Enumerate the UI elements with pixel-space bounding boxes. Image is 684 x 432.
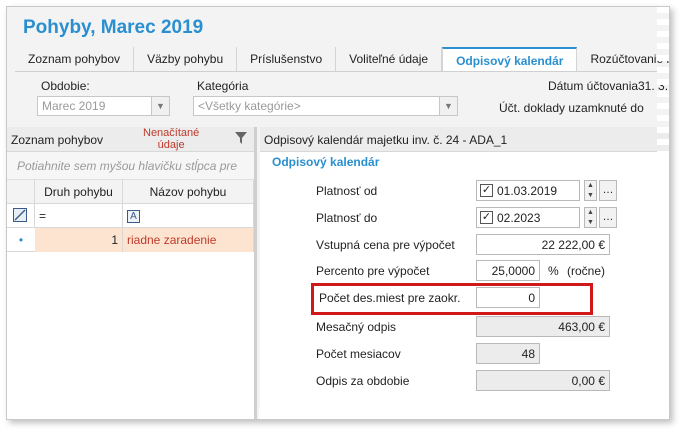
warning-line-2: údaje — [157, 139, 185, 151]
percento-note: (ročne) — [567, 264, 606, 278]
druh-filter-input[interactable]: = — [35, 204, 123, 228]
right-pane: Odpisový kalendár majetku inv. č. 24 - A… — [260, 127, 669, 419]
obdobie-select[interactable]: Marec 2019 ▼ — [37, 96, 170, 116]
nazov-filter-input[interactable]: A — [123, 204, 254, 228]
percento-input[interactable]: 25,0000 — [476, 260, 540, 281]
platnost-od-label: Platnosť od — [316, 184, 378, 198]
tab-zoznam-pohybov[interactable]: Zoznam pohybov — [15, 47, 135, 71]
platnost-od-picker-button[interactable]: … — [599, 180, 617, 201]
tab-prislusenstvo[interactable]: Príslušenstvo — [237, 47, 337, 71]
cell-nazov[interactable]: riadne zaradenie — [123, 228, 254, 252]
platnost-do-date[interactable]: ✓ 02.2023 — [476, 207, 580, 228]
platnost-do-spinner[interactable]: ▲ ▼ — [584, 207, 597, 228]
not-loaded-warning: Nenačítané údaje — [143, 127, 199, 151]
kategoria-label: Kategória — [197, 79, 249, 93]
grid-filter-row: = A — [7, 204, 254, 228]
platnost-do-value: 02.2023 — [497, 211, 541, 225]
left-pane-header: Zoznam pohybov Nenačítané údaje — [7, 127, 254, 152]
section-title: Odpisový kalendár — [272, 155, 380, 169]
platnost-do-checkbox[interactable]: ✓ — [480, 211, 493, 224]
pocet-mesiacov-value: 48 — [476, 343, 540, 364]
pocet-mesiacov-label: Počet mesiacov — [316, 347, 401, 361]
platnost-od-date[interactable]: ✓ 01.03.2019 — [476, 180, 580, 201]
group-by-area[interactable]: Potiahnite sem myšou hlavičku stĺpca pre — [7, 152, 254, 180]
vstupna-cena-label: Vstupná cena pre výpočet — [316, 238, 455, 252]
left-pane-title: Zoznam pohybov — [11, 133, 104, 147]
uct-doklady-label: Účt. doklady uzamknuté do — [499, 101, 644, 115]
odpis-za-obdobie-value: 0,00 € — [476, 370, 610, 391]
warning-line-1: Nenačítané — [143, 127, 200, 139]
obdobie-label: Obdobie: — [41, 79, 90, 93]
percento-unit: % — [548, 264, 559, 278]
left-pane: Zoznam pohybov Nenačítané údaje Potiahni… — [7, 127, 257, 419]
platnost-od-spinner[interactable]: ▲ ▼ — [584, 180, 597, 201]
obdobie-value: Marec 2019 — [42, 99, 106, 113]
clear-filter-icon[interactable] — [7, 204, 35, 228]
tab-volitelne-udaje[interactable]: Voliteľné údaje — [336, 47, 443, 71]
odpis-za-obdobie-label: Odpis za obdobie — [316, 374, 410, 388]
vstupna-cena-input[interactable]: 22 222,00 € — [476, 234, 610, 255]
platnost-do-picker-button[interactable]: … — [599, 207, 617, 228]
chevron-down-icon[interactable]: ▼ — [151, 97, 169, 115]
column-header-druh[interactable]: Druh pohybu — [35, 180, 123, 204]
tab-bar: Zoznam pohybov Väzby pohybu Príslušenstv… — [15, 47, 669, 72]
text-filter-icon: A — [127, 210, 140, 223]
tab-vazby-pohybu[interactable]: Väzby pohybu — [134, 47, 238, 71]
cell-druh[interactable]: 1 — [35, 228, 123, 252]
filter-panel: Obdobie: Marec 2019 ▼ Kategória <Všetky … — [15, 73, 669, 127]
platnost-od-value: 01.03.2019 — [497, 184, 558, 198]
right-pane-header: Odpisový kalendár majetku inv. č. 24 - A… — [260, 127, 669, 152]
tab-odpisovy-kalendar[interactable]: Odpisový kalendár — [442, 47, 578, 71]
platnost-do-label: Platnosť do — [316, 211, 378, 225]
filter-funnel-icon[interactable] — [235, 132, 247, 148]
grid-header-row: Druh pohybu Názov pohybu — [7, 180, 254, 204]
highlight-box — [311, 283, 593, 315]
mesacny-odpis-label: Mesačný odpis — [316, 320, 397, 334]
torn-edge-bottom — [7, 409, 669, 419]
mesacny-odpis-value: 463,00 € — [476, 316, 610, 337]
torn-edge-right — [657, 7, 669, 419]
row-indicator: • — [18, 233, 24, 247]
table-row[interactable]: • 1 riadne zaradenie — [7, 228, 254, 252]
platnost-od-checkbox[interactable]: ✓ — [480, 184, 493, 197]
datum-uctovania-label: Dátum účtovania — [548, 79, 639, 93]
kategoria-value: <Všetky kategórie> — [198, 99, 301, 113]
column-header-nazov[interactable]: Názov pohybu — [123, 180, 254, 204]
application-window: Pohyby, Marec 2019 Zoznam pohybov Väzby … — [6, 6, 670, 420]
chevron-down-icon[interactable]: ▼ — [439, 97, 457, 115]
window-title: Pohyby, Marec 2019 — [23, 17, 204, 38]
percento-label: Percento pre výpočet — [316, 264, 430, 278]
kategoria-select[interactable]: <Všetky kategórie> ▼ — [193, 96, 458, 116]
